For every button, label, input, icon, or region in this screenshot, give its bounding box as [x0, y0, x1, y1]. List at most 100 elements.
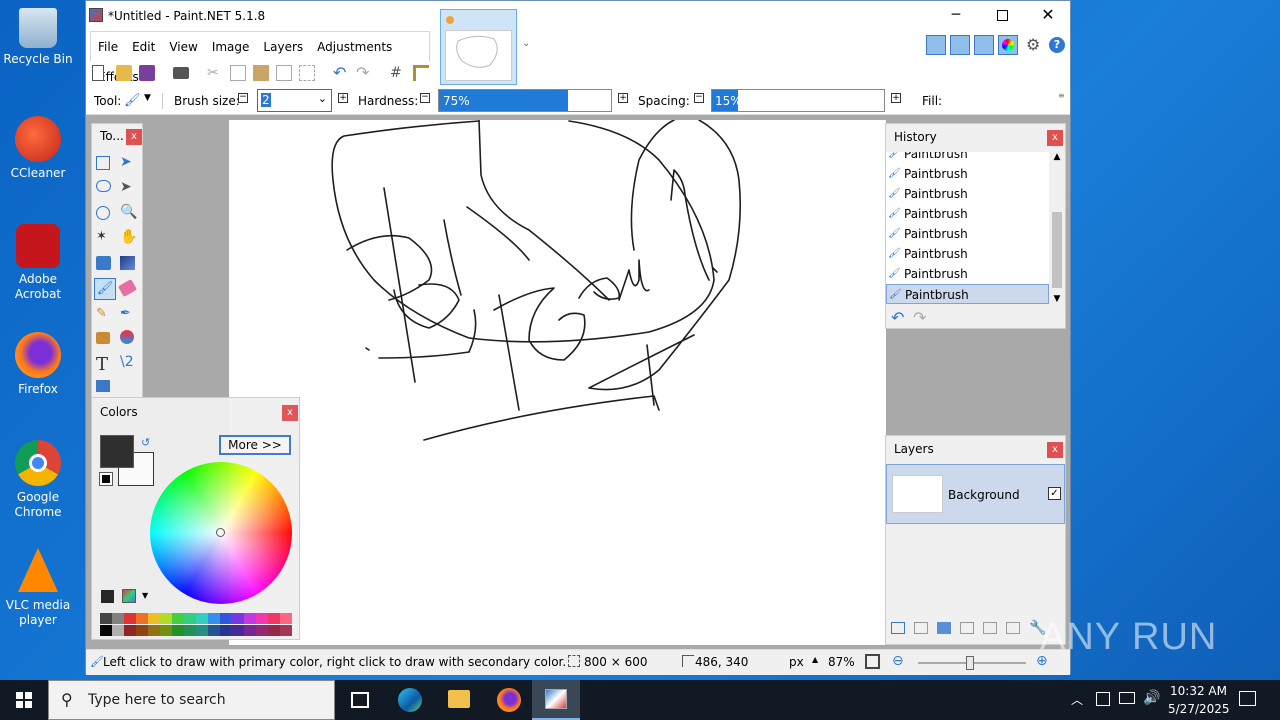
scrollbar-thumb[interactable]	[1052, 212, 1062, 288]
desktop-icon-firefox[interactable]: Firefox	[0, 332, 76, 397]
start-button[interactable]	[0, 680, 48, 720]
palette-swatch[interactable]	[100, 625, 112, 636]
swap-colors-icon[interactable]: ↺	[141, 436, 150, 449]
palette-swatch[interactable]	[268, 625, 280, 636]
history-item[interactable]: 🖌 Paintbrush	[886, 284, 1049, 304]
palette-swatch[interactable]	[100, 613, 112, 624]
palette-swatch[interactable]	[160, 613, 172, 624]
palette-swatch[interactable]	[244, 625, 256, 636]
line-curve-tool-icon[interactable]: \2	[120, 354, 140, 374]
paint-bucket-tool-icon[interactable]	[96, 256, 111, 270]
spacing-decrease-button[interactable]: −	[694, 93, 704, 103]
desktop-icon-vlc[interactable]: VLC media player	[0, 548, 76, 628]
palette-swatch[interactable]	[196, 625, 208, 636]
palette-swatch[interactable]	[280, 625, 292, 636]
chevron-up-icon[interactable]: ▲	[1050, 152, 1064, 162]
brush-size-decrease-button[interactable]: −	[238, 93, 248, 103]
minimize-button[interactable]: ─	[936, 5, 976, 27]
grid-icon[interactable]: #	[390, 65, 406, 81]
chevron-down-icon[interactable]: ▼	[1050, 294, 1064, 304]
color-wheel[interactable]	[150, 462, 292, 604]
palette-swatch[interactable]	[172, 625, 184, 636]
palette-swatch[interactable]	[136, 613, 148, 624]
palette-swatch[interactable]	[220, 625, 232, 636]
notifications-icon[interactable]	[1239, 691, 1256, 706]
image-thumbnail-tab[interactable]	[440, 9, 517, 85]
spacing-slider[interactable]: 15%	[711, 89, 885, 112]
maximize-button[interactable]	[982, 5, 1022, 27]
close-icon[interactable]: x	[1047, 442, 1063, 458]
paintbrush-tool-icon[interactable]: 🖌	[94, 278, 116, 300]
tool-dropdown-chevron-icon[interactable]: ▼	[144, 93, 151, 103]
history-item[interactable]: 🖌 Paintbrush	[886, 244, 1049, 264]
firefox-taskbar-icon[interactable]	[497, 688, 521, 712]
zoom-out-icon[interactable]: ⊖	[892, 653, 904, 669]
move-layer-down-icon[interactable]	[1006, 622, 1020, 634]
delete-layer-icon[interactable]	[914, 622, 928, 634]
palette-swatch[interactable]	[280, 613, 292, 624]
zoom-level[interactable]: 87%	[828, 655, 855, 669]
palette-swatch[interactable]	[208, 613, 220, 624]
zoom-slider[interactable]	[918, 656, 1026, 670]
brush-size-combobox[interactable]: 2 ⌄	[257, 89, 332, 112]
brush-size-increase-button[interactable]: +	[338, 93, 348, 103]
zoom-tool-icon[interactable]: 🔍	[120, 204, 140, 224]
hardness-increase-button[interactable]: +	[618, 93, 628, 103]
reset-colors-icon[interactable]	[99, 472, 113, 486]
menu-layers[interactable]: Layers	[256, 32, 310, 62]
hardness-slider[interactable]: 75%	[438, 89, 612, 112]
paste-icon[interactable]	[253, 65, 269, 81]
move-selection-tool-icon[interactable]: ➤	[120, 179, 140, 199]
palette-swatch[interactable]	[256, 625, 268, 636]
help-icon[interactable]: ?	[1049, 37, 1065, 53]
image-canvas[interactable]	[229, 120, 886, 645]
palette-swatch[interactable]	[268, 613, 280, 624]
palette-swatch[interactable]	[256, 613, 268, 624]
clock-time[interactable]: 10:32 AM	[1170, 684, 1227, 698]
volume-tray-icon[interactable]: 🔊	[1143, 690, 1160, 706]
palette-swatch[interactable]	[148, 625, 160, 636]
desktop-icon-adobe-acrobat[interactable]: Adobe Acrobat	[0, 224, 76, 302]
add-layer-icon[interactable]	[891, 622, 905, 634]
palette-swatch[interactable]	[184, 625, 196, 636]
magic-wand-tool-icon[interactable]: ✶	[96, 229, 116, 249]
eraser-tool-icon[interactable]	[118, 279, 137, 297]
save-icon[interactable]	[139, 65, 155, 81]
network-tray-icon[interactable]	[1096, 692, 1110, 706]
menu-image[interactable]: Image	[205, 32, 257, 62]
file-explorer-icon[interactable]	[448, 690, 470, 708]
open-file-icon[interactable]	[116, 65, 132, 81]
color-picker-tool-icon[interactable]: ✒	[120, 306, 140, 326]
move-selected-tool-icon[interactable]: ➤	[120, 154, 140, 174]
display-tray-icon[interactable]	[1119, 692, 1135, 704]
layer-row[interactable]: Background ✓	[886, 464, 1065, 524]
menu-adjustments[interactable]: Adjustments	[310, 32, 399, 62]
recolor-tool-icon[interactable]	[120, 330, 134, 344]
palette-swatch[interactable]	[148, 613, 160, 624]
hardness-decrease-button[interactable]: −	[420, 93, 430, 103]
gradient-tool-icon[interactable]	[120, 256, 135, 270]
palette-swatch[interactable]	[112, 613, 124, 624]
primary-color-swatch[interactable]	[100, 435, 134, 468]
palette-swatch[interactable]	[208, 625, 220, 636]
palette-swatch[interactable]	[184, 613, 196, 624]
tools-panel-toggle-icon[interactable]	[926, 35, 946, 55]
crop-icon[interactable]	[276, 65, 292, 81]
ruler-icon[interactable]	[413, 65, 429, 81]
close-button[interactable]: ✕	[1028, 5, 1068, 27]
cut-icon[interactable]: ✂	[207, 65, 223, 81]
move-layer-up-icon[interactable]	[983, 622, 997, 634]
history-redo-icon[interactable]: ↷	[913, 308, 926, 327]
clock-date[interactable]: 5/27/2025	[1168, 702, 1230, 716]
palette-swatch[interactable]	[232, 625, 244, 636]
chevron-up-icon[interactable]: ︿	[1071, 691, 1083, 708]
spacing-increase-button[interactable]: +	[891, 93, 901, 103]
undo-icon[interactable]: ↶	[333, 65, 349, 81]
lasso-select-tool-icon[interactable]	[96, 180, 111, 192]
palette-swatch[interactable]	[124, 613, 136, 624]
units-selector[interactable]: px	[789, 655, 804, 669]
layers-panel-toggle-icon[interactable]	[974, 35, 994, 55]
pencil-tool-icon[interactable]: ✎	[96, 306, 116, 326]
menu-file[interactable]: File	[91, 32, 125, 62]
desktop-icon-google-chrome[interactable]: Google Chrome	[0, 440, 76, 520]
